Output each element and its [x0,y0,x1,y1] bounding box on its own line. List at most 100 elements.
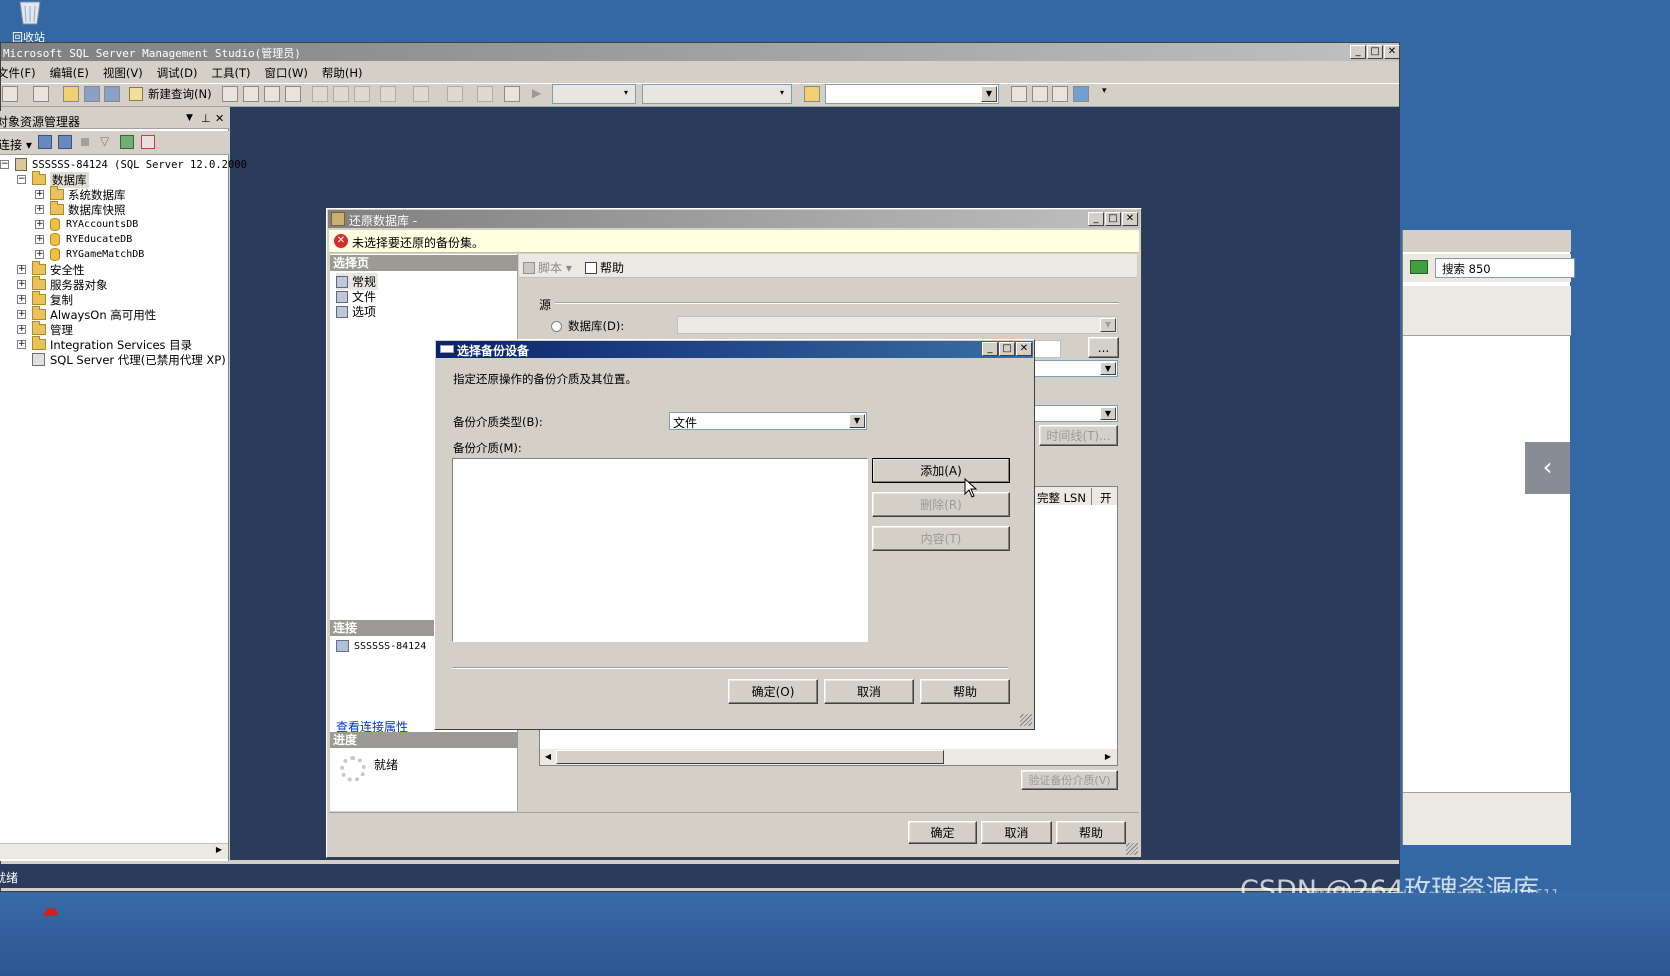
panel-close-icon[interactable]: ✕ [215,112,224,125]
cut-icon[interactable] [312,86,328,102]
restore-to-dropdown[interactable]: ▼ [1033,360,1118,377]
tree-node[interactable]: + 管理 [17,321,73,337]
query-icon-1[interactable] [222,86,238,102]
database-dropdown[interactable]: ▼ [677,316,1118,334]
tree-node[interactable]: + Integration Services 目录 [17,336,192,352]
menu-tools[interactable]: 工具(T) [212,63,265,81]
tree-node[interactable]: + 安全性 [17,261,85,277]
grid-scroll-thumb[interactable] [556,750,944,764]
tree-node[interactable]: + RYEducateDB [35,232,132,247]
expand-icon[interactable]: + [17,340,26,349]
restore-maximize-button[interactable]: □ [1105,212,1121,226]
backup-cancel-button[interactable]: 取消 [824,679,914,704]
verify-backup-button[interactable]: 验证备份介质(V) [1021,770,1118,790]
expand-icon[interactable]: + [17,265,26,274]
expand-icon[interactable]: + [17,280,26,289]
expand-icon[interactable]: + [17,325,26,334]
object-explorer-scrollbar[interactable]: ▶ [0,843,228,859]
add-button[interactable]: 添加(A) [872,458,1010,483]
backup-title-bar[interactable]: 选择备份设备 _ □ ✕ [436,341,1033,358]
expand-icon[interactable]: + [35,205,44,214]
tree-node[interactable]: + AlwaysOn 高可用性 [17,306,156,322]
redo-icon[interactable] [413,86,429,102]
connect-icon[interactable] [38,135,52,149]
timeline-button[interactable]: 时间线(T)... [1039,425,1118,446]
database-radio[interactable]: 数据库(D): [551,318,624,334]
pin-icon[interactable]: ⊥ [201,112,211,125]
refresh-icon[interactable] [120,135,134,149]
expand-icon[interactable]: + [35,220,44,229]
restore-help-button[interactable]: 帮助 [1056,821,1126,844]
restore-cancel-button[interactable]: 取消 [981,821,1052,844]
backup-help-button[interactable]: 帮助 [920,679,1010,704]
disconnect-icon[interactable] [58,135,72,149]
grid-scroll-right[interactable]: ▶ [1101,750,1115,764]
tree-node[interactable]: + RYGameMatchDB [35,247,144,262]
taskbar-record-icon[interactable] [44,908,58,916]
query-icon-4[interactable] [285,86,301,102]
menu-edit[interactable]: 编辑(E) [50,63,103,81]
tree-node[interactable]: + 数据库快照 [35,201,126,217]
open-file-icon[interactable] [63,86,79,102]
expand-icon[interactable]: + [35,190,44,199]
server-node[interactable]: − SSSSSS-84124 (SQL Server 12.0.2000 [0,157,247,172]
maximize-button[interactable]: □ [1367,45,1383,59]
backup-ok-button[interactable]: 确定(O) [728,679,818,704]
screenshot-icon[interactable] [504,86,520,102]
close-button[interactable]: ✕ [1384,45,1400,59]
solution-config-dropdown[interactable]: ▾ [552,84,636,104]
minimize-button[interactable]: _ [1350,45,1366,59]
restore-resize-grip-icon[interactable] [1126,843,1138,855]
menu-help[interactable]: 帮助(H) [322,63,377,81]
menu-window[interactable]: 窗口(W) [265,63,322,81]
database-radio-icon[interactable] [551,320,562,332]
backup-maximize-button[interactable]: □ [999,342,1015,356]
remove-button[interactable]: 删除(R) [872,492,1010,517]
save-all-icon[interactable] [104,86,120,102]
execute-icon[interactable]: ▶ [532,86,548,102]
side-collapse-button[interactable]: ‹ [1525,442,1570,494]
new-query-button[interactable]: 新建查询(N) [129,85,212,103]
swap-icon[interactable] [1410,260,1428,274]
backup-media-list[interactable] [452,458,868,642]
undo-icon[interactable] [380,86,396,102]
column-start[interactable]: 开 [1096,488,1117,505]
collapse-icon[interactable]: − [0,160,9,169]
restore-close-button[interactable]: ✕ [1122,212,1138,226]
navigate-forward-icon[interactable] [477,86,493,102]
column-full-lsn[interactable]: 完整 LSN [1032,488,1092,505]
backup-resize-grip-icon[interactable] [1020,714,1032,726]
connect-button[interactable]: 连接 ▾ [0,136,32,153]
help-toolbar-button[interactable]: 帮助 [585,259,624,276]
platform-dropdown[interactable]: ▾ [642,84,792,104]
expand-icon[interactable]: + [17,295,26,304]
paste-icon[interactable] [354,86,370,102]
panel-dropdown-icon[interactable]: ▼ [186,113,193,123]
tree-node[interactable]: + 系统数据库 [35,186,126,202]
search-field[interactable]: 搜索 850 [1435,258,1575,278]
query-icon-2[interactable] [243,86,259,102]
tree-node[interactable]: − 数据库 [17,171,89,188]
toolbox-icon[interactable] [1073,86,1089,102]
restore-minimize-button[interactable]: _ [1088,212,1104,226]
filter-icon[interactable]: ▽ [100,134,109,148]
scroll-right-arrow[interactable]: ▶ [212,845,226,858]
expand-icon[interactable]: + [17,310,26,319]
collapse-icon[interactable]: − [17,175,26,184]
browse-device-button[interactable]: ... [1088,337,1119,358]
backup-minimize-button[interactable]: _ [982,342,998,356]
tree-node[interactable]: + RYAccountsDB [35,217,138,232]
media-type-dropdown[interactable]: 文件 ▼ [669,412,867,430]
add-item-icon[interactable] [33,86,49,102]
restore-title-bar[interactable]: 还原数据库 - _ □ ✕ [328,210,1140,228]
grid-hscrollbar[interactable]: ◀ ▶ [540,749,1117,765]
tree-node[interactable]: + 服务器对象 [17,276,108,292]
find-in-files-icon[interactable] [804,86,820,102]
save-icon[interactable] [84,86,100,102]
menu-debug[interactable]: 调试(D) [157,63,212,81]
scrollbar-thumb[interactable] [8,845,186,858]
recycle-bin-icon[interactable] [14,0,46,26]
backup-close-button[interactable]: ✕ [1016,342,1032,356]
stop-icon[interactable] [81,138,89,146]
script-button[interactable]: 脚本 ▾ [523,259,572,276]
